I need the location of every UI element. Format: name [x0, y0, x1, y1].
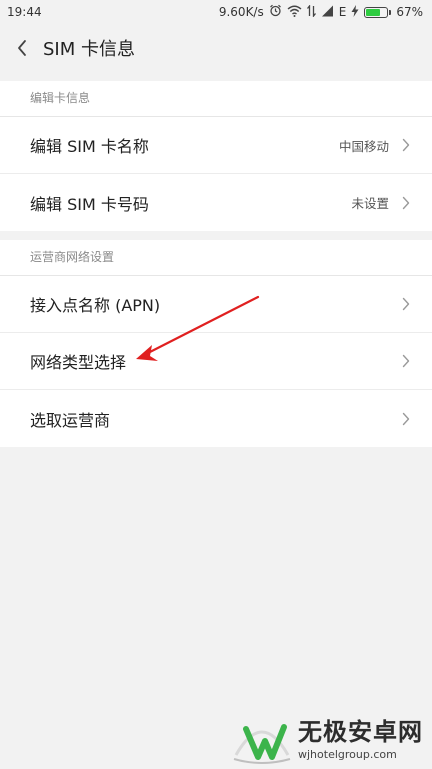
page-title: SIM 卡信息	[43, 39, 135, 60]
row-label: 选取运营商	[30, 410, 111, 430]
wifi-icon	[287, 5, 302, 20]
watermark-title: 无极安卓网	[298, 718, 423, 746]
row-value: 未设置	[351, 196, 389, 211]
status-bar: 19:44 9.60K/s E 67%	[0, 0, 432, 24]
battery-icon	[364, 6, 392, 18]
chevron-right-icon	[400, 137, 412, 153]
section-carrier-network: 运营商网络设置 接入点名称 (APN) 网络类型选择 选取运营商	[0, 240, 432, 447]
row-label: 接入点名称 (APN)	[30, 296, 161, 315]
row-edit-sim-number[interactable]: 编辑 SIM 卡号码 未设置	[0, 174, 432, 231]
battery-level: 67%	[396, 5, 423, 19]
alarm-icon	[269, 4, 282, 20]
data-transfer-icon	[306, 3, 316, 20]
chevron-right-icon	[400, 411, 412, 427]
row-apn[interactable]: 接入点名称 (APN)	[0, 276, 432, 333]
section-edit-card-info: 编辑卡信息 编辑 SIM 卡名称 中国移动 编辑 SIM 卡号码 未设置	[0, 81, 432, 231]
row-label: 网络类型选择	[30, 353, 127, 372]
network-type: E	[338, 5, 347, 19]
row-choose-carrier[interactable]: 选取运营商	[0, 390, 432, 447]
chevron-right-icon	[400, 296, 412, 312]
chevron-right-icon	[400, 195, 412, 211]
signal-icon	[321, 5, 334, 20]
row-value: 中国移动	[338, 138, 389, 154]
watermark-logo-icon	[232, 715, 292, 765]
watermark-url: wjhotelgroup.com	[298, 748, 397, 761]
watermark-text: 无极安卓网 wjhotelgroup.com	[298, 718, 423, 762]
row-network-type[interactable]: 网络类型选择	[0, 333, 432, 390]
row-edit-sim-name[interactable]: 编辑 SIM 卡名称 中国移动	[0, 117, 432, 174]
section-header-carrier: 运营商网络设置	[0, 240, 432, 276]
status-icons: 9.60K/s E 67%	[218, 3, 423, 20]
charging-icon	[351, 4, 359, 20]
net-speed: 9.60K/s	[218, 5, 264, 19]
chevron-left-icon[interactable]	[0, 24, 44, 72]
row-label: 编辑 SIM 卡名称	[30, 137, 149, 156]
section-header-edit: 编辑卡信息	[0, 81, 432, 117]
chevron-right-icon	[400, 353, 412, 369]
app-header: SIM 卡信息	[0, 24, 432, 72]
watermark: 无极安卓网 wjhotelgroup.com	[232, 712, 432, 768]
status-time: 19:44	[7, 5, 42, 19]
row-label: 编辑 SIM 卡号码	[30, 194, 149, 214]
